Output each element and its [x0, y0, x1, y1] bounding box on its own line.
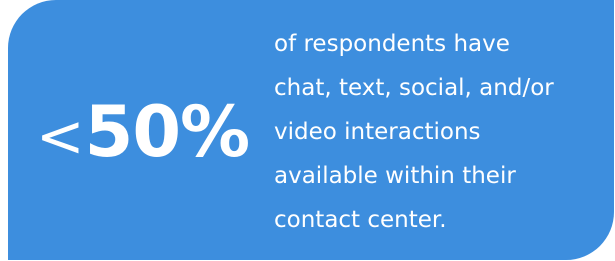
stat-card: <50% of respondents have chat, text, soc… — [8, 0, 614, 260]
stat-description-line: available within their — [274, 163, 516, 189]
stat-number: 50% — [84, 91, 251, 173]
stat-description-line: contact center. — [274, 207, 447, 233]
stat-description-line: of respondents have — [274, 31, 510, 57]
stat-description: of respondents have chat, text, social, … — [274, 22, 594, 242]
stat-description-line: video interactions — [274, 119, 481, 145]
stat-value: <50% — [36, 82, 251, 182]
stat-description-line: chat, text, social, and/or — [274, 75, 554, 101]
stat-prefix: < — [36, 102, 85, 170]
